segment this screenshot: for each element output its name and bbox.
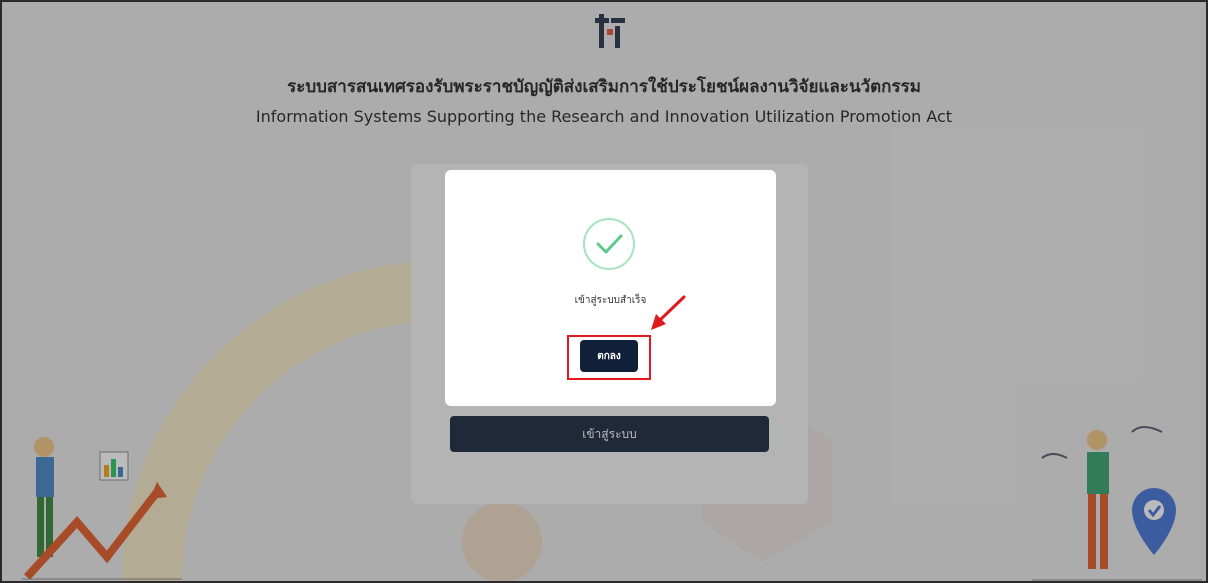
screenshot-frame: ระบบสารสนเทศรองรับพระราชบัญญัติส่งเสริมก… bbox=[0, 0, 1208, 583]
check-icon bbox=[583, 218, 635, 270]
success-message: เข้าสู่ระบบสำเร็จ bbox=[574, 295, 647, 306]
annotation-highlight-box bbox=[567, 335, 651, 380]
annotation-arrow-icon bbox=[651, 295, 686, 330]
login-page: ระบบสารสนเทศรองรับพระราชบัญญัติส่งเสริมก… bbox=[2, 2, 1206, 581]
